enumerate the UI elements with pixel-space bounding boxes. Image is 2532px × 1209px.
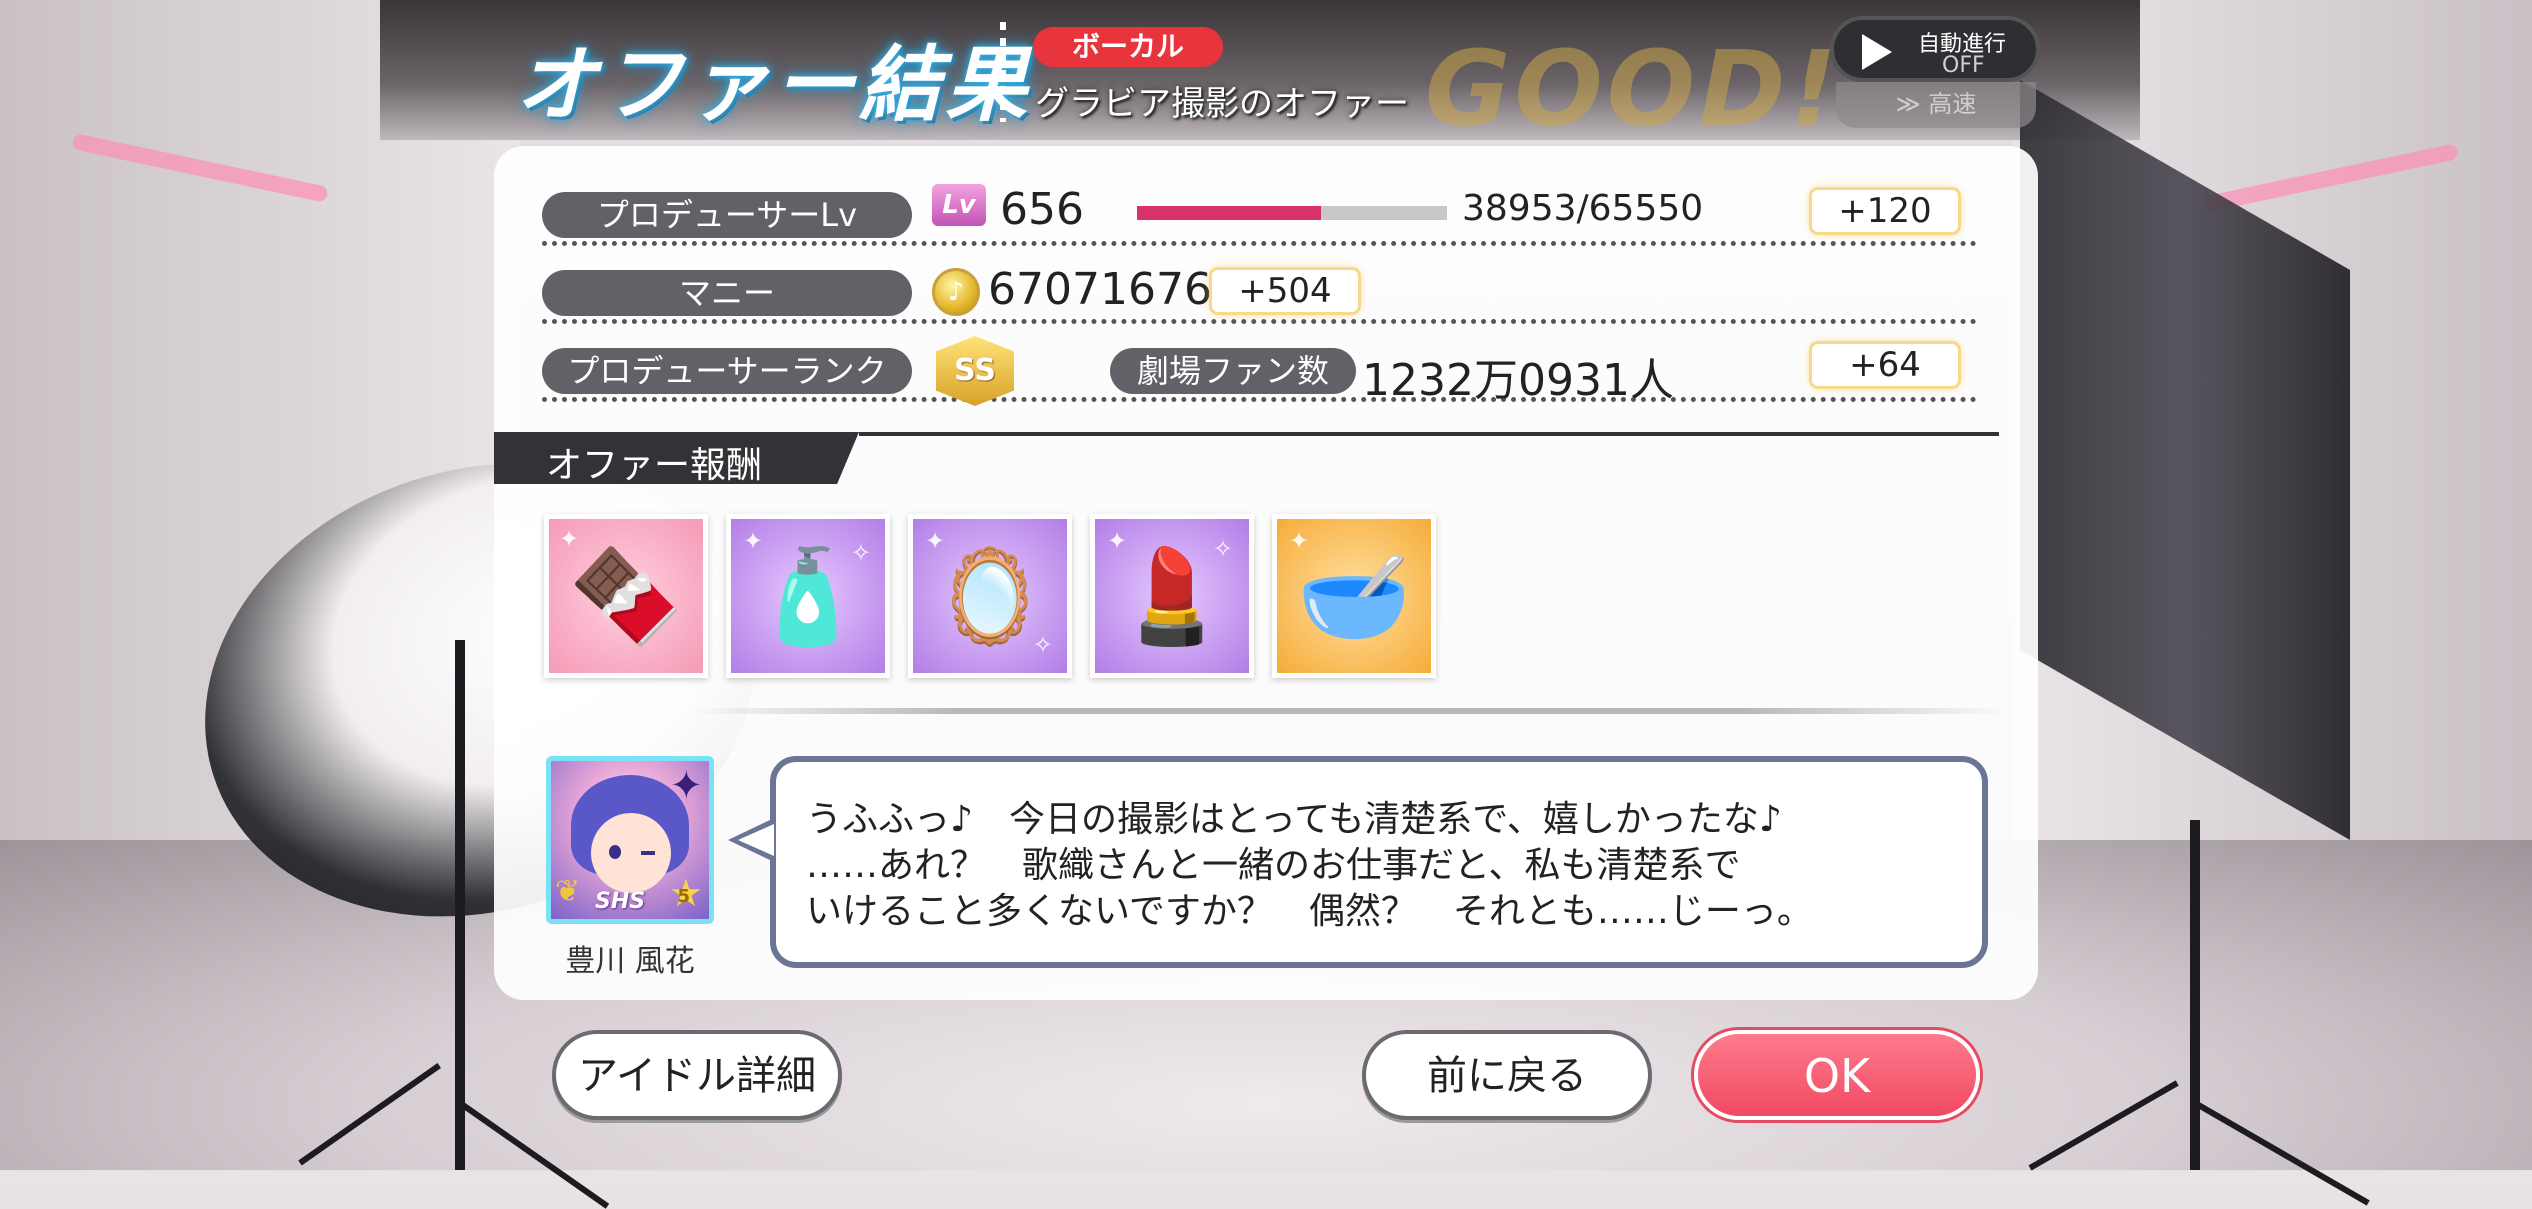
idol-avatar[interactable]: ✦ ❦ SHS ★ 5 <box>546 756 714 924</box>
exp-gain: +120 <box>1812 190 1958 232</box>
speech-bubble: うふふっ♪ 今日の撮影はとっても清楚系で、嬉しかったな♪ ……あれ？ 歌織さんと… <box>770 756 1988 968</box>
speech-bubble-tail-inner <box>738 824 774 856</box>
section-divider <box>690 708 2010 714</box>
money-label: マニー <box>542 270 912 316</box>
producer-rank-row: プロデューサーランク SS 劇場ファン数 1232万0931人 +64 <box>542 336 1977 406</box>
producer-rank-label: プロデューサーランク <box>542 348 912 394</box>
result-grade: GOOD! <box>1425 28 1841 150</box>
auto-progress-button[interactable]: 自動進行 OFF <box>1830 16 2040 82</box>
avatar-wink <box>641 851 655 855</box>
cream-jar-icon: 🥣 <box>1296 543 1412 650</box>
category-badge: ボーカル <box>1033 27 1223 67</box>
sparkle-icon: ✦ <box>559 525 580 553</box>
sparkle-icon: ✧ <box>1032 631 1053 659</box>
producer-level-label: プロデューサーLv <box>542 192 912 238</box>
exp-bar <box>1137 206 1447 220</box>
producer-level-row: プロデューサーLv Lv 656 38953/65550 +120 <box>542 184 1977 246</box>
theater-fans-label: 劇場ファン数 <box>1110 348 1356 394</box>
back-button[interactable]: 前に戻る <box>1362 1030 1652 1120</box>
chocolate-icon: 🍫 <box>568 543 684 650</box>
wing-icon: ❦ <box>555 874 581 909</box>
level-icon: Lv <box>932 184 986 226</box>
money-coin-icon: ♪ <box>932 268 980 316</box>
reward-item[interactable]: 🪞 ✦ ✧ <box>908 514 1072 678</box>
rewards-header: オファー報酬 <box>494 432 859 484</box>
sparkle-icon: ✦ <box>1289 527 1310 555</box>
reward-item[interactable]: 🧴 ✦ ✧ <box>726 514 890 678</box>
offer-name: グラビア撮影のオファー <box>1035 84 1409 124</box>
light-stand <box>455 640 465 1170</box>
idol-detail-button[interactable]: アイドル詳細 <box>552 1030 842 1120</box>
sparkle-icon: ✧ <box>1212 535 1233 563</box>
auto-progress-state: OFF <box>1942 53 1985 78</box>
money-value: 67071676 <box>988 264 1212 315</box>
exp-bar-fill <box>1137 206 1322 220</box>
title-divider <box>1000 22 1006 122</box>
sparkle-icon: ✦ <box>1107 527 1128 555</box>
sparkle-icon: ✦ <box>743 527 764 555</box>
light-stand <box>2190 820 2200 1170</box>
rewards-divider <box>859 432 1999 436</box>
producer-level-value: 656 <box>1000 184 1084 235</box>
sparkle-icon: ✧ <box>850 539 871 567</box>
fans-gain: +64 <box>1812 344 1958 386</box>
theater-fans-value: 1232万0931人 <box>1362 355 1674 406</box>
rank-badge-icon: SS <box>936 336 1014 406</box>
avatar-face <box>591 813 671 893</box>
reward-item[interactable]: 💄 ✦ ✧ <box>1090 514 1254 678</box>
idol-name: 豊川 風花 <box>565 944 695 979</box>
sparkle-icon: ✦ <box>925 527 946 555</box>
page-title: オファー結果 <box>515 38 1031 133</box>
money-gain: +504 <box>1212 270 1358 312</box>
ok-button[interactable]: OK <box>1694 1030 1980 1120</box>
rewards-header-label: オファー報酬 <box>546 445 763 486</box>
speech-line: いけること多くないですか？ 偶然？ それとも……じーっ。 <box>806 891 1813 932</box>
play-icon <box>1862 34 1892 70</box>
speed-button[interactable]: ≫ 高速 <box>1836 82 2036 128</box>
speech-line: うふふっ♪ 今日の撮影はとっても清楚系で、嬉しかったな♪ <box>806 799 1782 840</box>
exp-text: 38953/65550 <box>1462 188 1704 229</box>
sparkle-icon: ✦ <box>669 763 703 809</box>
reward-item[interactable]: 🥣 ✦ <box>1272 514 1436 678</box>
speech-line: ……あれ？ 歌織さんと一緒のお仕事だと、私も清楚系で <box>806 845 1741 886</box>
avatar-eye <box>609 845 621 859</box>
card-level: 5 <box>677 886 690 907</box>
card-rarity: SHS <box>595 889 646 914</box>
reward-item[interactable]: 🍫 ✦ <box>544 514 708 678</box>
money-row: マニー ♪ 67071676 +504 <box>542 262 1977 324</box>
